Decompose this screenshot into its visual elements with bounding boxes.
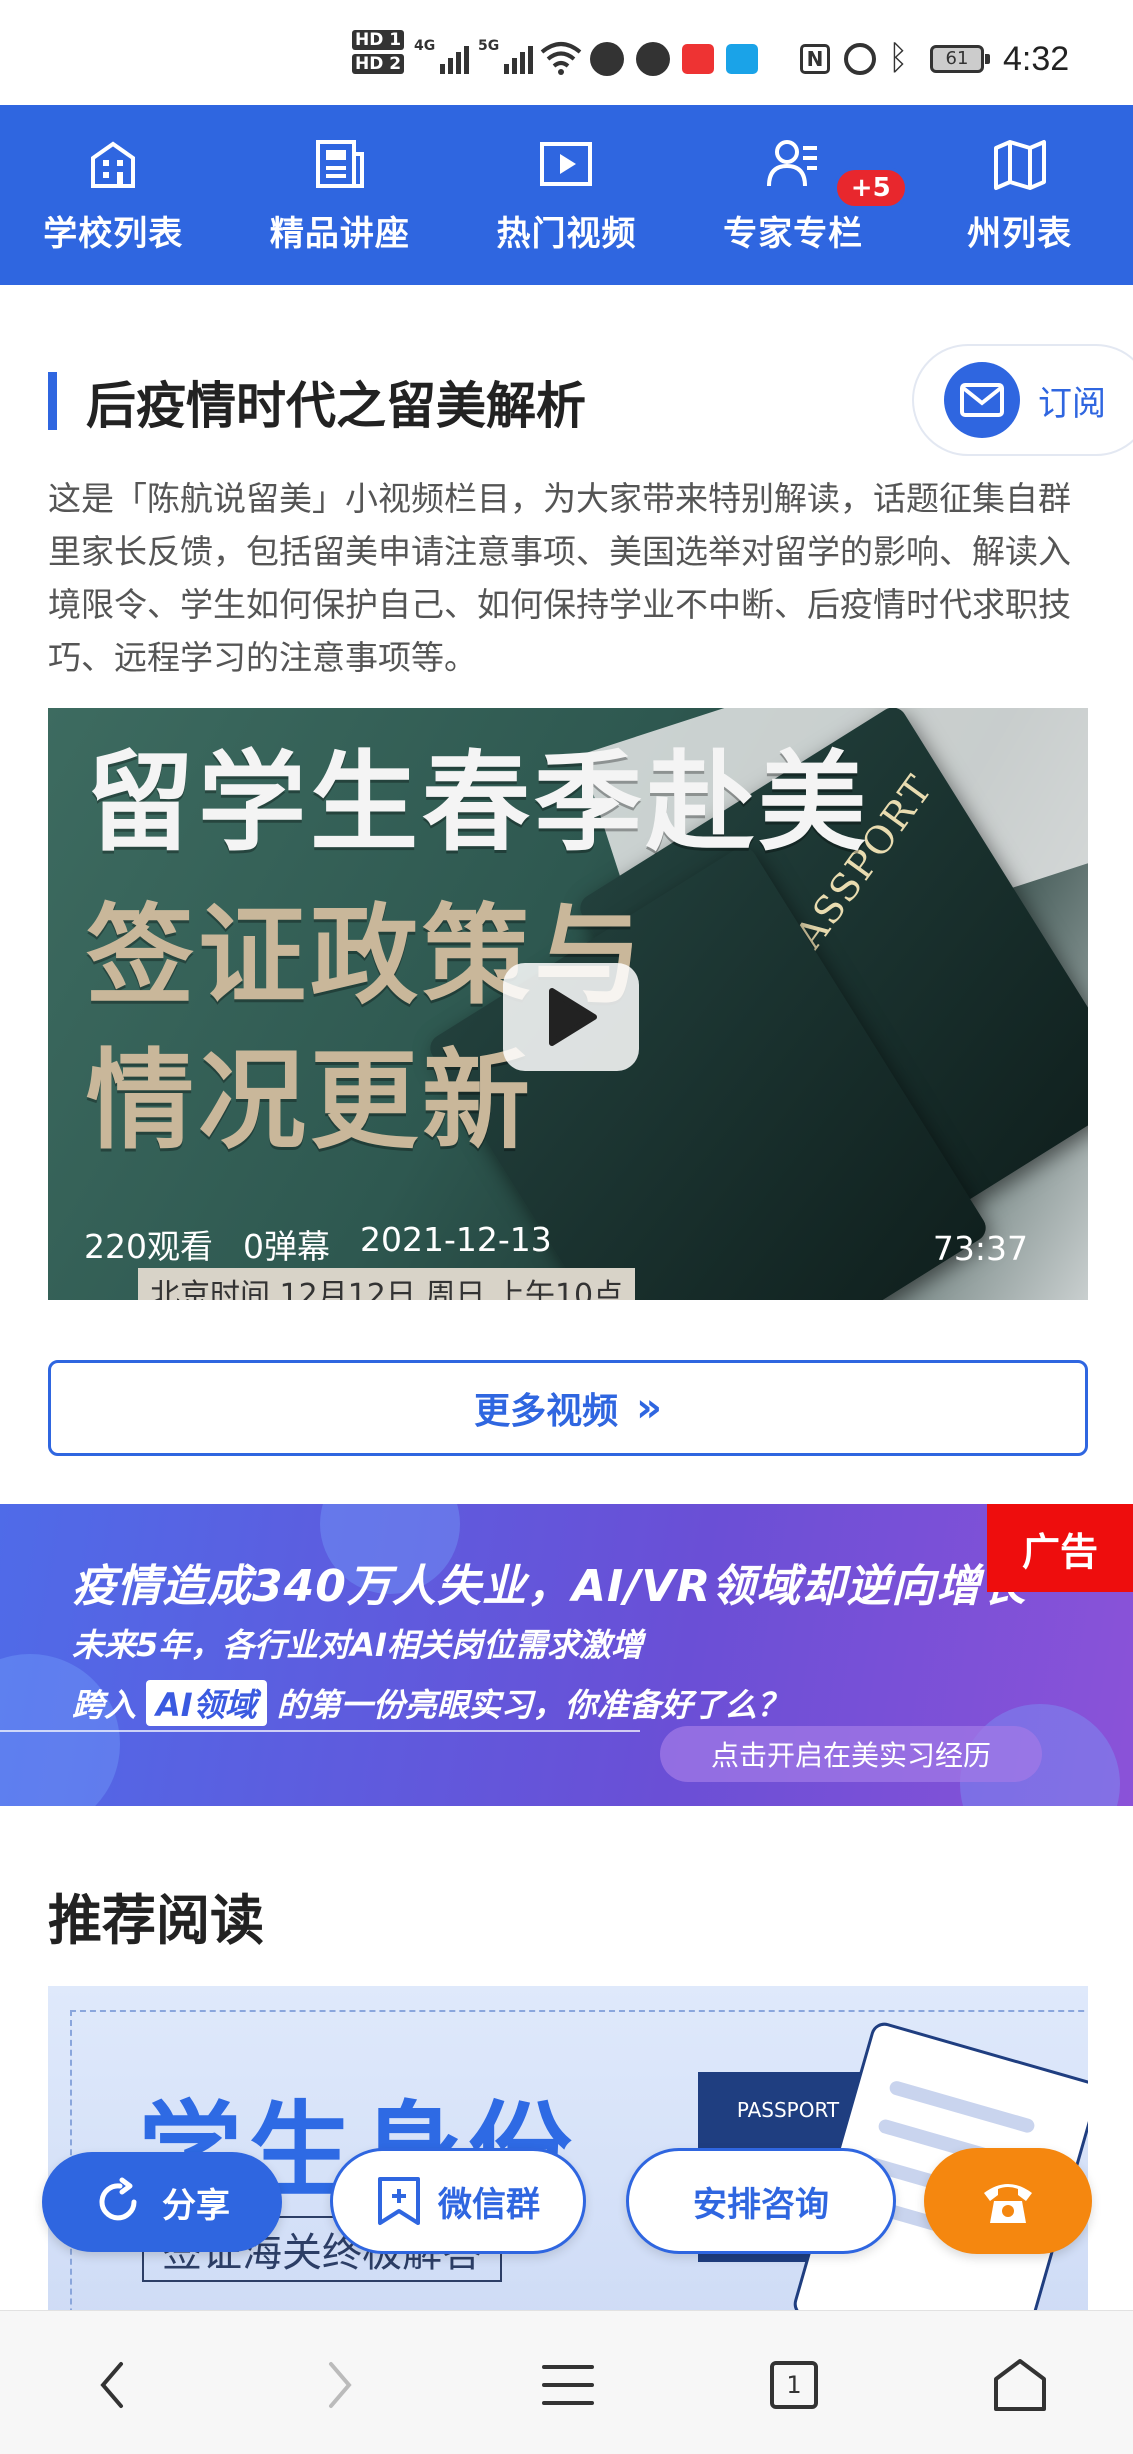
clock: 4:32 (1003, 40, 1070, 78)
ad-subline: 未来5年，各行业对AI相关岗位需求激增 (72, 1626, 643, 1664)
recommended-article-card[interactable]: 学生身份 签证海关终极解答 PASSPORT (48, 1986, 1088, 2316)
nav-label: 州列表 (967, 213, 1073, 254)
video-date: 2021-12-13 (360, 1220, 552, 1259)
section-title: 后疫情时代之留美解析 (86, 377, 586, 435)
book-notification-icon (682, 44, 714, 74)
video-views: 220观看 (84, 1227, 213, 1266)
subscribe-button[interactable]: 订阅 (912, 344, 1133, 456)
video-meta: 220观看 0弹幕 2021-12-13 (84, 1220, 552, 1268)
top-nav: 学校列表 精品讲座 热门视频 专家专栏 +5 州列表 (0, 105, 1133, 285)
recommended-title: 推荐阅读 (48, 1889, 264, 1952)
more-videos-label: 更多视频 (474, 1391, 619, 1432)
nav-item-expert-column[interactable]: 专家专栏 +5 (680, 105, 908, 285)
chevron-right-icon (329, 2362, 352, 2408)
video-thumbnail[interactable]: PASSPORT 留学生春季赴美 签证政策与 情况更新 北京时间 12月12日 … (48, 708, 1088, 1300)
phone-button[interactable] (924, 2148, 1092, 2254)
video-danmaku: 0弹幕 (243, 1227, 330, 1266)
alarm-icon (844, 43, 876, 75)
tabs-button[interactable]: 1 (754, 2345, 834, 2425)
ad-banner[interactable]: 疫情造成340万人失业，AI/VR领域却逆向增长 未来5年，各行业对AI相关岗位… (0, 1504, 1133, 1806)
ad-highlight: AI领域 (146, 1680, 267, 1726)
section-description: 这是「陈航说留美」小视频栏目，为大家带来特别解读，话题征集自群里家长反馈，包括留… (48, 479, 1071, 677)
app-notification-icon (590, 42, 624, 76)
video-play-icon (540, 141, 593, 186)
share-icon (99, 2177, 137, 2221)
tabs-count-icon: 1 (770, 2361, 818, 2409)
hd-indicator: HD 1 HD 2 (352, 30, 405, 78)
ad-cta-button[interactable]: 点击开启在美实习经历 (660, 1726, 1042, 1782)
newspaper-icon (315, 139, 364, 188)
play-icon (549, 988, 597, 1046)
video-duration: 73:37 (932, 1229, 1028, 1268)
notification-badge: +5 (833, 167, 908, 209)
section-title-accent (48, 372, 57, 430)
nav-item-hot-videos[interactable]: 热门视频 (453, 105, 680, 285)
browser-bottom-bar: 1 (0, 2310, 1133, 2454)
expert-person-icon (767, 139, 818, 186)
video-headline: 情况更新 (86, 1039, 535, 1164)
double-chevron-right-icon: » (636, 1385, 662, 1431)
more-videos-button[interactable]: 更多视频 » (48, 1360, 1088, 1456)
subscribe-label: 订阅 (1038, 383, 1106, 424)
signal-5g-icon: 5G (478, 38, 534, 74)
bluetooth-icon: ᛒ (888, 38, 909, 78)
tabs-count: 1 (786, 2371, 802, 2399)
nav-item-lectures[interactable]: 精品讲座 (227, 105, 454, 285)
nfc-icon: N (800, 44, 830, 74)
wechat-group-label: 微信群 (438, 2184, 540, 2225)
wechat-group-button[interactable]: 微信群 (330, 2148, 586, 2254)
bookmark-add-icon (378, 2177, 420, 2225)
wifi-icon (540, 40, 582, 80)
menu-button[interactable] (528, 2345, 608, 2425)
home-icon (994, 2359, 1046, 2411)
forward-button[interactable] (300, 2345, 380, 2425)
nav-item-school-list[interactable]: 学校列表 (0, 105, 227, 285)
status-bar: HD 1 HD 2 4G 5G N ᛒ 61 4:32 (0, 0, 1133, 105)
hamburger-menu-icon (542, 2365, 594, 2405)
ad-tagline: 跨入 AI领域 的第一份亮眼实习，你准备好了么？ (72, 1680, 789, 1726)
signal-4g-icon: 4G (414, 38, 470, 74)
hand-notification-icon (636, 42, 670, 76)
school-building-icon (91, 141, 136, 188)
nav-item-state-list[interactable]: 州列表 (906, 105, 1133, 285)
video-bottom-caption: 北京时间 12月12日 周日 上午10点 (138, 1268, 636, 1300)
ad-headline: 疫情造成340万人失业，AI/VR领域却逆向增长 (72, 1561, 1027, 1612)
play-button[interactable] (503, 963, 639, 1071)
share-label: 分享 (162, 2185, 230, 2226)
ad-tag: 广告 (987, 1504, 1133, 1592)
video-headline: 留学生春季赴美 (86, 741, 871, 866)
nav-label: 精品讲座 (269, 213, 410, 254)
map-icon (993, 139, 1046, 190)
nav-label: 热门视频 (496, 213, 637, 254)
chevron-left-icon (100, 2362, 123, 2408)
search-notification-icon (726, 44, 758, 74)
consult-label: 安排咨询 (693, 2184, 829, 2225)
nav-label: 学校列表 (43, 213, 184, 254)
nav-label: 专家专栏 (723, 213, 864, 254)
phone-icon (984, 2184, 1032, 2223)
consult-button[interactable]: 安排咨询 (626, 2148, 896, 2254)
back-button[interactable] (72, 2345, 152, 2425)
mail-icon (944, 362, 1020, 438)
battery-icon: 61 (930, 45, 990, 73)
home-button[interactable] (980, 2345, 1060, 2425)
share-button[interactable]: 分享 (42, 2152, 282, 2252)
ad-divider (0, 1730, 640, 1732)
